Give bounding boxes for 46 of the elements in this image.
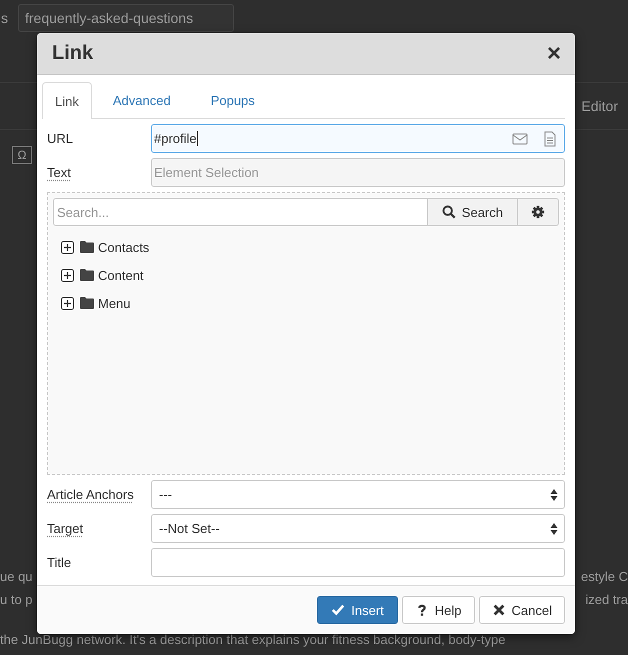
title-field[interactable]	[151, 548, 565, 577]
search-icon	[442, 205, 456, 219]
select-arrows-icon	[550, 488, 558, 502]
background-label: Editor	[581, 98, 618, 114]
tab[interactable]: Link	[42, 82, 92, 119]
background-field: frequently-asked-questions	[18, 4, 234, 32]
folder-icon	[80, 297, 94, 309]
tree-item[interactable]: Content	[98, 268, 144, 282]
settings-icon	[531, 205, 545, 219]
folder-icon	[80, 269, 94, 281]
background-text: the JunBugg network. It's a description that explains your fitness background, body-type	[0, 632, 506, 647]
search-field[interactable]: Search...	[53, 198, 428, 226]
field-label: Title	[47, 555, 72, 570]
insert-button[interactable]: Insert	[317, 596, 398, 624]
settings-button[interactable]	[518, 198, 559, 226]
expand-icon[interactable]	[61, 240, 74, 254]
background-text: ue qu	[0, 569, 33, 586]
target-select[interactable]: --Not Set--	[151, 514, 565, 543]
background-label: s	[1, 10, 8, 26]
folder-icon	[80, 241, 94, 253]
document-icon[interactable]	[542, 130, 558, 146]
expand-icon[interactable]	[61, 268, 74, 282]
expand-icon[interactable]	[61, 296, 74, 310]
tab[interactable]: Popups	[192, 82, 274, 118]
check-icon	[331, 603, 346, 617]
article-anchors-select[interactable]: ---	[151, 480, 565, 509]
background-text: estyle C	[581, 569, 628, 586]
field-label: Article Anchors	[47, 487, 135, 502]
field-label: Target	[47, 521, 84, 536]
tab[interactable]: Advanced	[94, 82, 190, 118]
close-button[interactable]: ×	[546, 42, 561, 66]
url-field[interactable]: #profile	[151, 124, 565, 153]
dialog-title: Link	[52, 42, 94, 65]
url-value: #profile	[154, 131, 197, 146]
select-arrows-icon	[550, 522, 558, 536]
tree-item[interactable]: Contacts	[98, 240, 150, 254]
search-button[interactable]: Search	[428, 198, 518, 226]
envelope-icon[interactable]	[512, 130, 528, 146]
background-text: u to p	[0, 592, 33, 609]
field-label: URL	[47, 131, 74, 146]
help-button[interactable]: Help	[402, 596, 475, 624]
tree-item[interactable]: Menu	[98, 296, 131, 310]
background-text: ized tra	[585, 592, 628, 609]
field-label: Text	[47, 165, 72, 180]
cross-icon	[492, 603, 506, 617]
cancel-button[interactable]: Cancel	[478, 596, 565, 624]
